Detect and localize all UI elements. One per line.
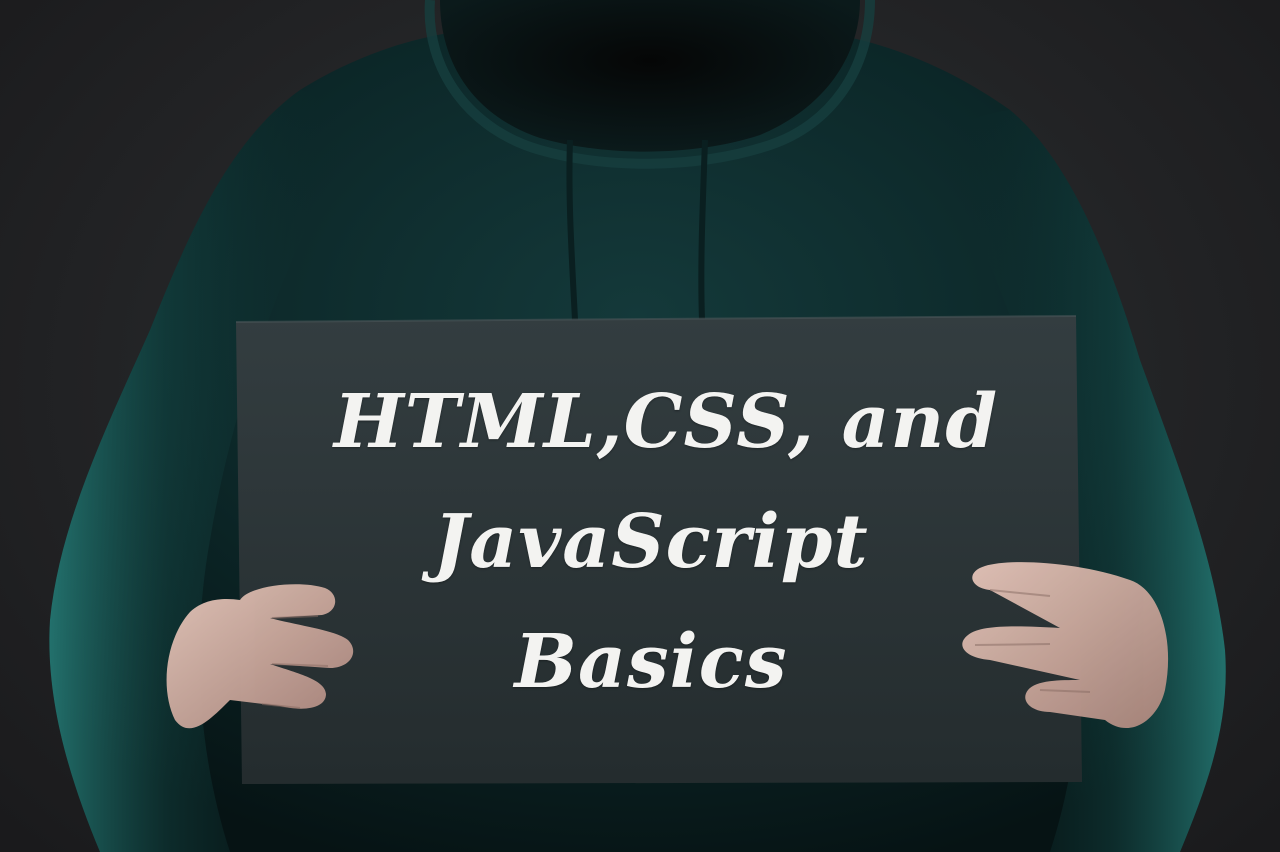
hoodie-drawstring-right	[698, 139, 708, 321]
photo-scene: HTML,CSS, and JavaScript Basics	[0, 0, 1280, 852]
hooded-person-illustration	[49, 0, 1226, 852]
sign-board	[236, 316, 1082, 784]
